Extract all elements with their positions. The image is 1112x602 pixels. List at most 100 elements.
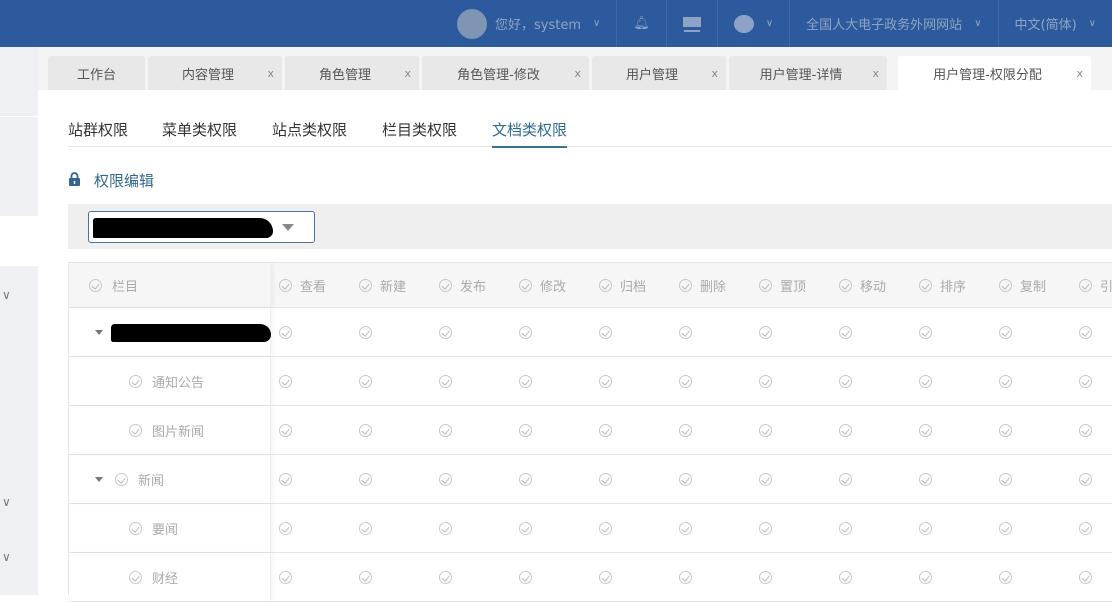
permission-checkbox[interactable]	[999, 553, 1020, 601]
permission-checkbox[interactable]	[439, 553, 460, 601]
row-label-cell[interactable]: 通知公告	[69, 357, 271, 405]
permission-checkbox[interactable]	[359, 308, 380, 356]
close-icon[interactable]: x	[711, 67, 718, 80]
chevron-down-icon[interactable]: ∨	[2, 288, 11, 302]
permission-checkbox[interactable]	[599, 504, 620, 552]
permission-checkbox[interactable]	[759, 406, 780, 454]
permission-checkbox[interactable]	[759, 308, 780, 356]
permission-checkbox[interactable]	[839, 553, 860, 601]
permission-checkbox[interactable]	[439, 455, 460, 503]
permission-checkbox[interactable]	[919, 406, 940, 454]
permission-checkbox[interactable]	[599, 357, 620, 405]
permission-checkbox[interactable]	[279, 357, 300, 405]
permission-checkbox[interactable]	[519, 308, 540, 356]
permission-checkbox[interactable]	[599, 455, 620, 503]
permission-checkbox[interactable]	[359, 455, 380, 503]
permission-checkbox[interactable]	[679, 553, 700, 601]
permission-checkbox[interactable]	[519, 406, 540, 454]
permission-checkbox[interactable]	[999, 455, 1020, 503]
permission-checkbox[interactable]	[919, 553, 940, 601]
permission-checkbox[interactable]	[1079, 455, 1100, 503]
row-label-cell[interactable]: 财经	[69, 553, 271, 601]
permission-checkbox[interactable]	[279, 553, 300, 601]
column-header[interactable]: 引	[1079, 263, 1112, 307]
column-header[interactable]: 归档	[599, 263, 646, 307]
permission-checkbox[interactable]	[359, 504, 380, 552]
column-header[interactable]: 置顶	[759, 263, 806, 307]
column-header[interactable]: 移动	[839, 263, 886, 307]
permission-checkbox[interactable]	[919, 357, 940, 405]
permission-checkbox[interactable]	[999, 308, 1020, 356]
subtab-2[interactable]: 站点类权限	[272, 119, 347, 140]
caret-down-icon[interactable]	[95, 329, 103, 339]
permission-checkbox[interactable]	[839, 455, 860, 503]
close-icon[interactable]: x	[404, 67, 411, 80]
subtab-1[interactable]: 菜单类权限	[162, 119, 237, 140]
chevron-down-icon[interactable]: ∨	[2, 495, 11, 509]
permission-checkbox[interactable]	[599, 308, 620, 356]
permission-checkbox[interactable]	[839, 357, 860, 405]
permission-checkbox[interactable]	[839, 406, 860, 454]
close-icon[interactable]: x	[1076, 67, 1083, 80]
permission-checkbox[interactable]	[279, 504, 300, 552]
permission-checkbox[interactable]	[679, 406, 700, 454]
row-label-cell[interactable]: 要闻	[69, 504, 271, 552]
permission-checkbox[interactable]	[359, 357, 380, 405]
tab-3[interactable]: 角色管理-修改 x	[422, 56, 589, 90]
column-header[interactable]: 新建	[359, 263, 406, 307]
monitor-icon[interactable]	[665, 0, 717, 47]
permission-checkbox[interactable]	[1079, 406, 1100, 454]
tab-1[interactable]: 内容管理 x	[148, 56, 282, 90]
permission-checkbox[interactable]	[679, 308, 700, 356]
permission-checkbox[interactable]	[1079, 553, 1100, 601]
permission-checkbox[interactable]	[1079, 504, 1100, 552]
permission-checkbox[interactable]	[279, 406, 300, 454]
site-dropdown[interactable]	[88, 211, 315, 243]
tab-5[interactable]: 用户管理-详情 x	[729, 56, 887, 90]
tab-6[interactable]: 用户管理-权限分配 x	[898, 56, 1091, 90]
permission-checkbox[interactable]	[519, 357, 540, 405]
permission-checkbox[interactable]	[1079, 308, 1100, 356]
permission-checkbox[interactable]	[999, 504, 1020, 552]
column-header[interactable]: 修改	[519, 263, 566, 307]
permission-checkbox[interactable]	[519, 455, 540, 503]
permission-checkbox[interactable]	[519, 504, 540, 552]
permission-checkbox[interactable]	[359, 553, 380, 601]
tab-4[interactable]: 用户管理 x	[592, 56, 726, 90]
permission-checkbox[interactable]	[519, 553, 540, 601]
close-icon[interactable]: x	[267, 67, 274, 80]
row-label-cell[interactable]	[69, 308, 271, 356]
language-select[interactable]: 中文(简体) ∨	[997, 0, 1112, 47]
column-header[interactable]: 复制	[999, 263, 1046, 307]
close-icon[interactable]: x	[574, 67, 581, 80]
site-select[interactable]: 全国人大电子政务外网网站 ∨	[789, 0, 997, 47]
caret-down-icon[interactable]	[95, 476, 103, 486]
row-label-cell[interactable]: 新闻	[69, 455, 271, 503]
first-column-header[interactable]: 栏目	[69, 263, 271, 307]
chevron-down-icon[interactable]: ∨	[2, 550, 11, 564]
permission-checkbox[interactable]	[679, 504, 700, 552]
permission-checkbox[interactable]	[279, 455, 300, 503]
subtab-3[interactable]: 栏目类权限	[382, 119, 457, 140]
tab-0[interactable]: 工作台	[48, 56, 145, 90]
bell-icon[interactable]: 🔔︎	[616, 0, 666, 47]
permission-checkbox[interactable]	[599, 553, 620, 601]
permission-checkbox[interactable]	[759, 455, 780, 503]
permission-checkbox[interactable]	[599, 406, 620, 454]
column-header[interactable]: 删除	[679, 263, 726, 307]
user-menu[interactable]: 您好，system ∨	[441, 0, 616, 47]
permission-checkbox[interactable]	[439, 308, 460, 356]
column-header[interactable]: 发布	[439, 263, 486, 307]
permission-checkbox[interactable]	[679, 455, 700, 503]
permission-checkbox[interactable]	[1079, 357, 1100, 405]
subtab-4[interactable]: 文档类权限	[492, 119, 568, 148]
permission-checkbox[interactable]	[439, 504, 460, 552]
permission-checkbox[interactable]	[439, 357, 460, 405]
permission-checkbox[interactable]	[439, 406, 460, 454]
permission-checkbox[interactable]	[919, 455, 940, 503]
permission-checkbox[interactable]	[919, 504, 940, 552]
column-header[interactable]: 查看	[279, 263, 326, 307]
row-label-cell[interactable]: 图片新闻	[69, 406, 271, 454]
permission-checkbox[interactable]	[919, 308, 940, 356]
column-header[interactable]: 排序	[919, 263, 966, 307]
